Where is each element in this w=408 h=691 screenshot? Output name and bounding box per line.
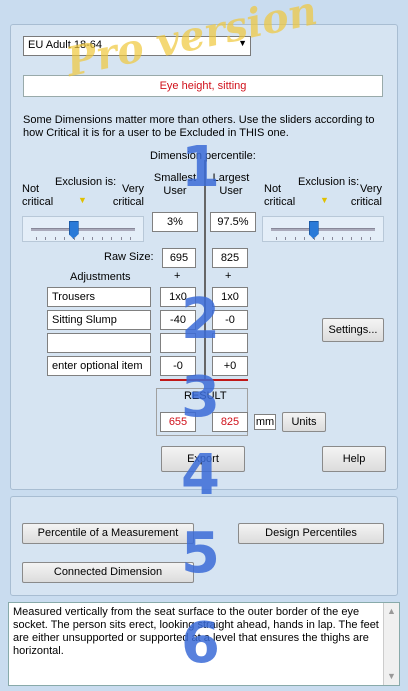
step-number-3: 3 bbox=[181, 365, 220, 430]
slider-tick bbox=[276, 237, 277, 240]
step-number-4: 4 bbox=[181, 443, 220, 508]
slider-tick bbox=[370, 237, 371, 240]
largest-plus-sign: + bbox=[225, 270, 232, 282]
unit-field: mm bbox=[254, 414, 276, 430]
slider-tick bbox=[120, 237, 122, 240]
slider-tick bbox=[45, 237, 47, 240]
slider-tick bbox=[101, 237, 103, 240]
left-exclusion-marker-icon: ▼ bbox=[78, 195, 87, 205]
largest-raw-size: 825 bbox=[212, 248, 248, 268]
slider-tick bbox=[36, 237, 37, 240]
right-slider-track bbox=[271, 228, 375, 231]
right-exclusion-high: Very critical bbox=[350, 183, 382, 208]
slider-tick bbox=[73, 237, 75, 240]
smallest-raw-size: 695 bbox=[162, 248, 196, 268]
raw-size-label: Raw Size: bbox=[104, 251, 154, 263]
step-number-5: 5 bbox=[181, 521, 220, 586]
design-percentiles-button[interactable]: Design Percentiles bbox=[238, 523, 384, 544]
slider-tick bbox=[332, 237, 334, 240]
left-exclusion-high: Very critical bbox=[112, 183, 144, 208]
slider-tick bbox=[111, 237, 113, 240]
smallest-percentile-field[interactable]: 3% bbox=[152, 212, 198, 232]
slider-tick bbox=[285, 237, 287, 240]
slider-tick bbox=[313, 237, 315, 240]
adjust-item-optional[interactable]: enter optional item bbox=[47, 356, 151, 376]
largest-percentile-field[interactable]: 97.5% bbox=[210, 212, 256, 232]
help-button[interactable]: Help bbox=[322, 446, 386, 472]
adjustments-label: Adjustments bbox=[70, 271, 131, 283]
smallest-plus-sign: + bbox=[174, 270, 181, 282]
slider-tick bbox=[351, 237, 353, 240]
adjust-item-sitting-slump[interactable]: Sitting Slump bbox=[47, 310, 151, 330]
slider-tick bbox=[323, 237, 324, 240]
scroll-down-icon[interactable]: ▼ bbox=[387, 670, 396, 683]
units-button[interactable]: Units bbox=[282, 412, 326, 432]
slider-tick bbox=[92, 237, 94, 240]
slider-tick bbox=[304, 237, 306, 240]
right-exclusion-slider[interactable] bbox=[262, 216, 384, 242]
percentile-of-measurement-button[interactable]: Percentile of a Measurement bbox=[22, 523, 194, 544]
settings-button[interactable]: Settings... bbox=[322, 318, 384, 342]
slider-tick bbox=[294, 237, 296, 240]
step-number-2: 2 bbox=[181, 287, 220, 352]
slider-tick bbox=[54, 237, 56, 240]
slider-tick bbox=[83, 237, 84, 240]
left-exclusion-slider[interactable] bbox=[22, 216, 144, 242]
right-exclusion-marker-icon: ▼ bbox=[320, 195, 329, 205]
left-slider-track bbox=[31, 228, 135, 231]
adjust-item-trousers[interactable]: Trousers bbox=[47, 287, 151, 307]
scroll-up-icon[interactable]: ▲ bbox=[387, 605, 396, 618]
left-exclusion-low: Not critical bbox=[22, 183, 54, 208]
left-exclusion-title: Exclusion is: bbox=[55, 176, 117, 188]
slider-tick bbox=[341, 237, 343, 240]
description-scrollbar[interactable]: ▲ ▼ bbox=[383, 603, 399, 685]
slider-tick bbox=[64, 237, 66, 240]
right-exclusion-low: Not critical bbox=[264, 183, 296, 208]
connected-dimension-button[interactable]: Connected Dimension bbox=[22, 562, 194, 583]
slider-tick bbox=[360, 237, 362, 240]
adjust-item-empty[interactable] bbox=[47, 333, 151, 353]
step-number-1: 1 bbox=[181, 135, 220, 200]
step-number-6: 6 bbox=[181, 611, 220, 676]
slider-tick bbox=[130, 237, 131, 240]
